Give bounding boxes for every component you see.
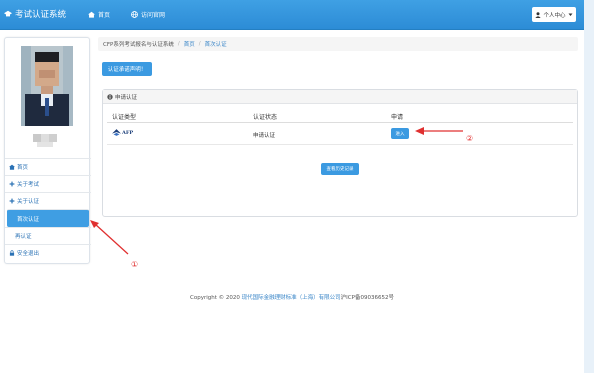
annotation-label-1: ① (131, 260, 139, 269)
panel-header: 申请认证 (103, 90, 577, 104)
footer-icp: 沪ICP备09036652号 (340, 295, 394, 301)
view-history-button[interactable]: 查看历史记录 (321, 163, 359, 175)
sidebar: 首页 关于考试 关于认证 首次认证 再认证 安全退出 (4, 37, 91, 264)
sidebar-item-label: 再认证 (15, 234, 32, 240)
lock-icon (9, 250, 15, 256)
app-window: 考试认证系统 首页 访问官网 个人中心 首页 关于考试 关于认证 首次认证 再认… (0, 0, 584, 373)
column-header-status: 认证状态 (253, 114, 278, 121)
sidebar-item-label: 安全退出 (17, 251, 40, 257)
plus-icon (9, 181, 15, 187)
user-icon (535, 11, 542, 18)
enter-button[interactable]: 进入 (391, 128, 409, 139)
annotation-label-2: ② (466, 134, 474, 143)
sidebar-item-about-certification[interactable]: 关于认证 (5, 192, 91, 209)
window-right-edge (584, 0, 594, 373)
breadcrumb-separator: / (177, 41, 180, 47)
afp-logo-text: AFP (122, 129, 134, 136)
breadcrumb-current: 首次认证 (204, 42, 227, 48)
table-row-divider (107, 144, 573, 145)
sidebar-item-label: 关于考试 (17, 182, 40, 188)
home-icon (9, 164, 15, 170)
afp-logo: AFP (112, 129, 133, 136)
nav-home-label: 首页 (98, 12, 111, 19)
graduation-cap-icon (4, 10, 12, 17)
sidebar-item-logout[interactable]: 安全退出 (5, 244, 91, 261)
column-header-type: 认证类型 (112, 114, 137, 121)
breadcrumb-separator: / (198, 41, 201, 47)
breadcrumb-root: CFP系列考试报名与认证系统 (103, 42, 174, 48)
app-title: 考试认证系统 (15, 10, 67, 20)
user-menu-label: 个人中心 (543, 12, 566, 19)
column-header-apply: 申请 (391, 114, 404, 121)
sidebar-item-about-exam[interactable]: 关于考试 (5, 175, 91, 192)
panel-title: 申请认证 (115, 94, 138, 101)
app-brand[interactable]: 考试认证系统 (4, 8, 66, 20)
home-icon (88, 11, 95, 18)
sidebar-item-label: 关于认证 (17, 199, 40, 205)
nav-home[interactable]: 首页 (88, 10, 110, 19)
nav-visit-site[interactable]: 访问官网 (131, 10, 165, 19)
table-header-divider (107, 122, 573, 123)
nav-visit-site-label: 访问官网 (141, 12, 166, 19)
sidebar-item-label: 首次认证 (17, 216, 40, 223)
plus-icon (9, 198, 15, 204)
sidebar-item-label: 首页 (17, 165, 29, 171)
globe-icon (131, 11, 138, 18)
footer-copyright: Copyright © 2020 (190, 295, 242, 301)
sidebar-item-home[interactable]: 首页 (5, 158, 91, 175)
breadcrumb-home-link[interactable]: 首页 (184, 40, 195, 48)
breadcrumb: CFP系列考试报名与认证系统 / 首页 / 首次认证 (98, 37, 578, 51)
footer: Copyright © 2020 现代国际金融理财标准（上海）有限公司沪ICP备… (0, 293, 584, 301)
sidebar-item-recertification[interactable]: 再认证 (5, 227, 91, 244)
main-content: CFP系列考试报名与认证系统 / 首页 / 首次认证 认证承诺声明！ 申请认证 … (98, 37, 578, 217)
footer-company-link[interactable]: 现代国际金融理财标准（上海）有限公司 (242, 295, 341, 301)
info-circle-icon (107, 93, 113, 100)
side-menu: 首页 关于考试 关于认证 首次认证 再认证 安全退出 (5, 158, 91, 261)
afp-mark-icon (112, 129, 121, 136)
caret-down-icon (568, 13, 572, 16)
certification-statement-button[interactable]: 认证承诺声明！ (102, 62, 152, 76)
user-menu-dropdown[interactable]: 个人中心 (532, 7, 576, 22)
avatar (21, 46, 73, 126)
apply-certification-panel: 申请认证 认证类型 认证状态 申请 AFP 申请认证 进入 查看历史记录 (102, 89, 578, 217)
certification-status: 申请认证 (253, 133, 276, 139)
user-name-blurred (33, 134, 61, 147)
sidebar-item-first-certification[interactable]: 首次认证 (7, 209, 89, 227)
top-navbar: 考试认证系统 首页 访问官网 个人中心 (0, 0, 584, 30)
